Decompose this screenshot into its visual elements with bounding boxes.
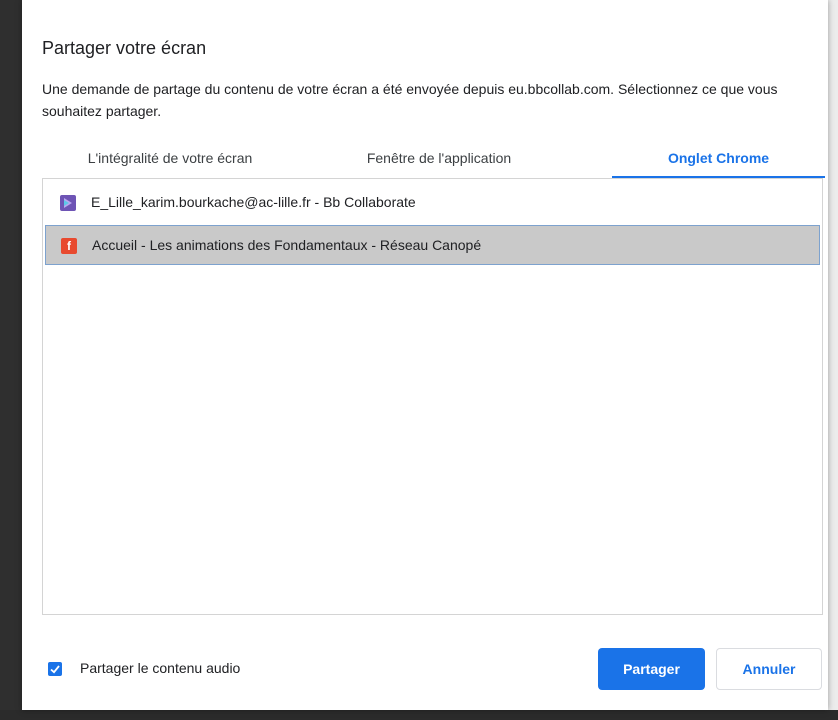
bb-collaborate-icon xyxy=(60,195,76,211)
dialog-title: Partager votre écran xyxy=(42,38,207,58)
canope-icon: f xyxy=(61,238,77,254)
tab-chrome-tab-label: Onglet Chrome xyxy=(667,150,770,166)
chrome-tab-list: E_Lille_karim.bourkache@ac-lille.fr - Bb… xyxy=(42,178,823,615)
dialog-description: Une demande de partage du contenu de vot… xyxy=(42,81,778,119)
tab-entire-screen-label: L'intégralité de votre écran xyxy=(87,150,253,166)
tab-entire-screen[interactable]: L'intégralité de votre écran xyxy=(42,144,298,178)
source-tabs: L'intégralité de votre écran Fenêtre de … xyxy=(42,144,825,178)
background-window-edge-right xyxy=(828,0,838,720)
list-item-canope[interactable]: f Accueil - Les animations des Fondament… xyxy=(45,225,820,265)
tab-chrome-tab[interactable]: Onglet Chrome xyxy=(612,144,825,178)
tab-application-window[interactable]: Fenêtre de l'application xyxy=(314,144,564,178)
share-audio-label: Partager le contenu audio xyxy=(80,660,241,676)
list-item-label: E_Lille_karim.bourkache@ac-lille.fr - Bb… xyxy=(91,194,416,210)
background-window-edge-bottom xyxy=(0,710,838,720)
share-button[interactable]: Partager xyxy=(598,648,705,690)
list-item-bb-collaborate[interactable]: E_Lille_karim.bourkache@ac-lille.fr - Bb… xyxy=(45,183,820,223)
cancel-button[interactable]: Annuler xyxy=(716,648,822,690)
checkmark-icon xyxy=(50,665,60,674)
list-item-label: Accueil - Les animations des Fondamentau… xyxy=(92,237,482,253)
share-audio-checkbox[interactable] xyxy=(48,662,62,676)
background-window-edge xyxy=(0,0,22,720)
share-screen-dialog: Partager votre écran Une demande de part… xyxy=(22,0,828,710)
tab-application-window-label: Fenêtre de l'application xyxy=(366,150,512,166)
